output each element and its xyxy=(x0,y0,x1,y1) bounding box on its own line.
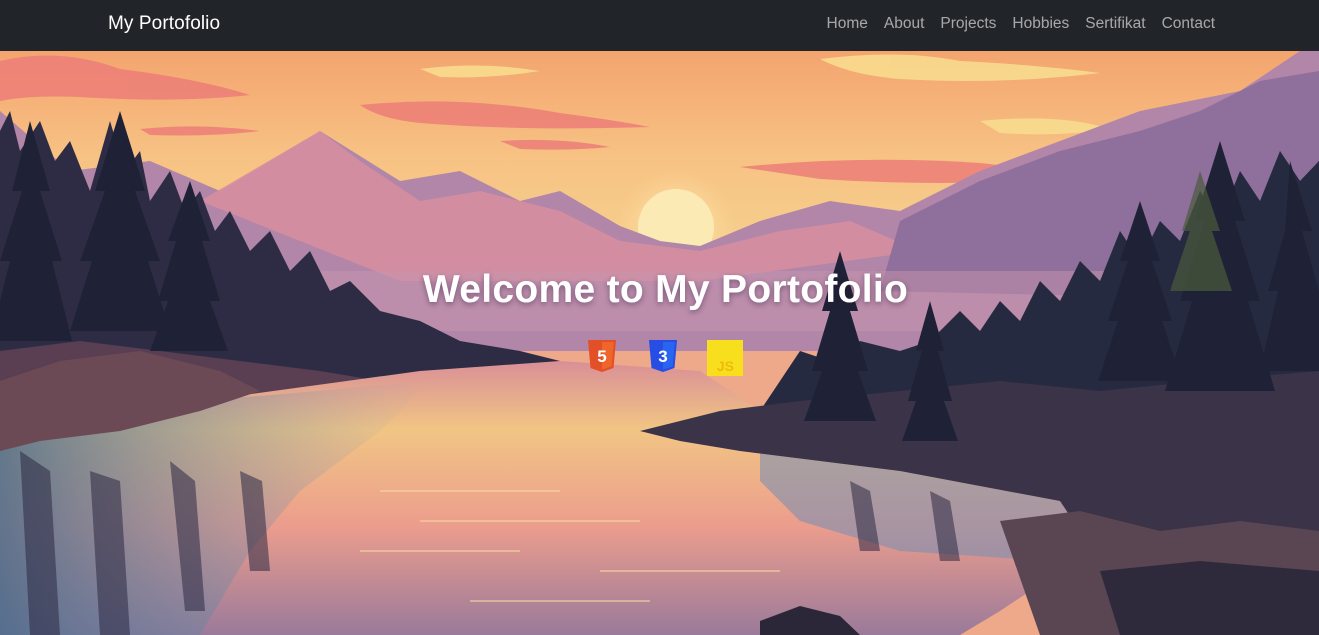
hero-section: Welcome to My Portofolio 5 3 JS xyxy=(0,51,1319,635)
hero-title: Welcome to My Portofolio xyxy=(422,268,909,311)
javascript-icon: JS xyxy=(707,340,743,376)
html5-icon: 5 xyxy=(588,340,616,372)
html5-glyph: 5 xyxy=(597,347,606,366)
nav-link-home[interactable]: Home xyxy=(827,15,868,33)
nav-link-projects[interactable]: Projects xyxy=(940,15,996,33)
nav-link-sertifikat[interactable]: Sertifikat xyxy=(1085,15,1145,33)
navbar: My Portofolio Home About Projects Hobbie… xyxy=(0,0,1319,51)
brand-link[interactable]: My Portofolio xyxy=(108,13,220,35)
tech-stack-icons: 5 3 JS xyxy=(585,338,755,378)
nav-link-about[interactable]: About xyxy=(884,15,925,33)
nav-link-contact[interactable]: Contact xyxy=(1162,15,1215,33)
css3-icon: 3 xyxy=(649,340,677,372)
nav-links: Home About Projects Hobbies Sertifikat C… xyxy=(827,15,1215,33)
css3-glyph: 3 xyxy=(658,347,667,366)
nav-link-hobbies[interactable]: Hobbies xyxy=(1012,15,1069,33)
javascript-glyph: JS xyxy=(717,358,734,374)
